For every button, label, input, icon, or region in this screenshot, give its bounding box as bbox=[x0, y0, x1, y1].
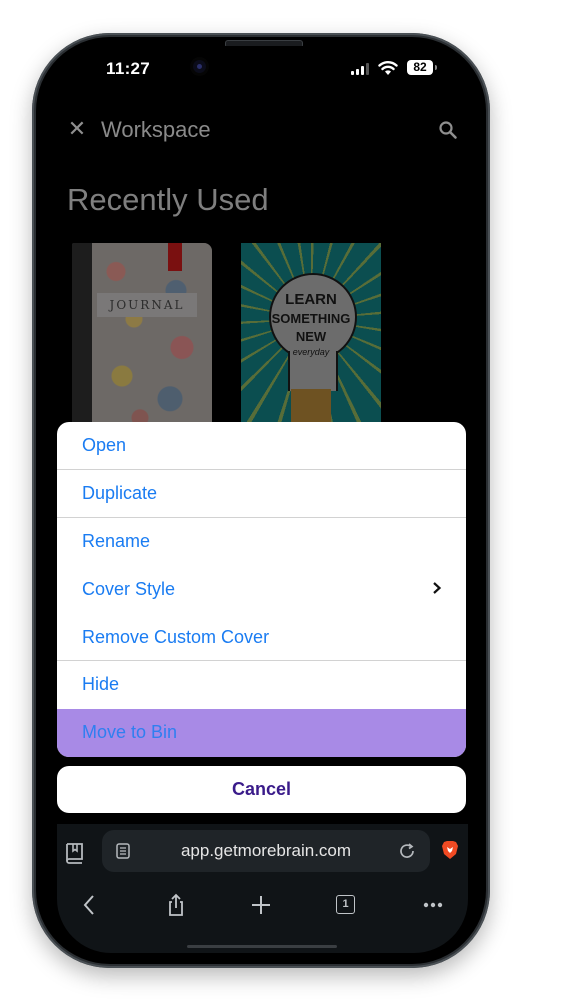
front-camera bbox=[193, 60, 206, 73]
cover-text-line: SOMETHING bbox=[271, 311, 351, 326]
action-rename[interactable]: Rename bbox=[57, 518, 466, 566]
action-label: Remove Custom Cover bbox=[82, 626, 270, 647]
bookmark-ribbon bbox=[168, 243, 182, 271]
back-icon[interactable] bbox=[77, 892, 103, 918]
action-label: Rename bbox=[82, 530, 151, 551]
action-remove-custom-cover[interactable]: Remove Custom Cover bbox=[57, 613, 466, 661]
cellular-signal-icon bbox=[351, 63, 369, 75]
battery-icon: 82 bbox=[407, 60, 437, 75]
address-bar[interactable]: app.getmorebrain.com bbox=[102, 830, 430, 872]
browser-nav-bar: 1 bbox=[57, 884, 468, 928]
notebook-spine bbox=[72, 243, 92, 433]
app-header: ✕ Workspace bbox=[57, 110, 468, 152]
home-indicator[interactable] bbox=[187, 945, 337, 948]
cover-label: JOURNAL bbox=[97, 293, 197, 317]
battery-level: 82 bbox=[413, 60, 427, 74]
chevron-right-icon bbox=[433, 582, 442, 595]
more-icon[interactable] bbox=[420, 892, 446, 918]
share-icon[interactable] bbox=[163, 892, 189, 918]
action-cover-style[interactable]: Cover Style bbox=[57, 565, 466, 613]
action-label: Duplicate bbox=[82, 483, 158, 504]
close-icon[interactable]: ✕ bbox=[66, 118, 88, 140]
action-sheet: Open Duplicate Rename Cover Style Remove… bbox=[57, 422, 466, 757]
tabs-button[interactable]: 1 bbox=[333, 892, 359, 918]
brave-shield-icon[interactable] bbox=[441, 840, 459, 860]
action-open[interactable]: Open bbox=[57, 422, 466, 470]
workspace-title: Workspace bbox=[101, 117, 211, 142]
action-label: Move to Bin bbox=[82, 722, 178, 743]
url-text: app.getmorebrain.com bbox=[180, 841, 352, 860]
cover-text-line: everyday bbox=[292, 347, 330, 357]
lightbulb-neck bbox=[288, 351, 338, 391]
action-hide[interactable]: Hide bbox=[57, 661, 466, 709]
action-duplicate[interactable]: Duplicate bbox=[57, 470, 466, 518]
floral-pattern bbox=[92, 243, 212, 433]
bookmarks-icon[interactable] bbox=[65, 842, 85, 864]
notebook-cover-journal[interactable]: JOURNAL bbox=[72, 243, 212, 433]
new-tab-icon[interactable] bbox=[248, 892, 274, 918]
action-label: Open bbox=[82, 435, 127, 456]
tab-count: 1 bbox=[336, 895, 355, 914]
action-label: Hide bbox=[82, 674, 120, 695]
action-label: Cover Style bbox=[82, 578, 176, 599]
status-bar: 11:27 82 bbox=[57, 46, 468, 96]
wifi-icon bbox=[378, 61, 398, 75]
reload-icon[interactable] bbox=[398, 842, 416, 860]
browser-toolbar: app.getmorebrain.com 1 bbox=[57, 824, 468, 953]
cancel-button[interactable]: Cancel bbox=[57, 766, 466, 813]
action-move-to-bin[interactable]: Move to Bin bbox=[57, 708, 466, 757]
notebook-cover-learn[interactable]: LEARN SOMETHING NEW everyday bbox=[241, 243, 381, 433]
cover-text-line: NEW bbox=[295, 329, 327, 344]
status-time: 11:27 bbox=[106, 59, 151, 78]
cover-text-line: LEARN bbox=[285, 291, 337, 308]
search-icon[interactable] bbox=[438, 120, 458, 140]
section-title: Recently Used bbox=[67, 182, 269, 217]
phone-screen: 11:27 82 ✕ Workspace Recently Used JOURN… bbox=[57, 46, 468, 953]
